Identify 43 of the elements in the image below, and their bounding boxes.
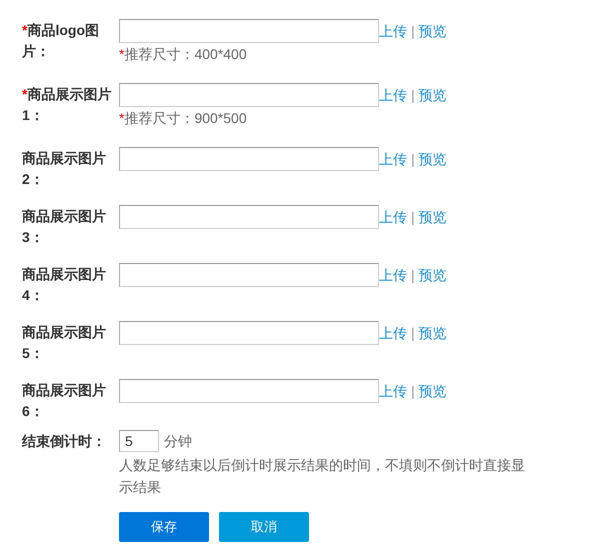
link-separator: | xyxy=(411,86,415,105)
file-path-field[interactable] xyxy=(119,19,379,43)
upload-link[interactable]: 上传 xyxy=(379,20,407,42)
link-separator: | xyxy=(411,266,415,285)
preview-link[interactable]: 预览 xyxy=(418,264,447,286)
unit-label: 分钟 xyxy=(164,432,192,450)
upload-link[interactable]: 上传 xyxy=(379,380,407,402)
upload-link[interactable]: 上传 xyxy=(379,84,407,106)
link-separator: | xyxy=(411,324,415,343)
file-path-field[interactable] xyxy=(119,263,379,287)
field-label: 商品展示图片4： xyxy=(22,265,107,305)
size-hint: *推荐尺寸：400*400 xyxy=(119,45,248,64)
field-label: *商品logo图片： xyxy=(22,21,100,61)
field-label: 结束倒计时： xyxy=(22,433,106,449)
file-path-field[interactable] xyxy=(119,379,379,403)
upload-link[interactable]: 上传 xyxy=(379,264,407,286)
save-button[interactable]: 保存 xyxy=(119,512,209,542)
file-path-field[interactable] xyxy=(119,83,379,107)
cancel-button[interactable]: 取消 xyxy=(219,512,309,542)
field-label: 商品展示图片3： xyxy=(22,207,107,247)
field-label: *商品展示图片1： xyxy=(22,85,112,125)
size-hint: *推荐尺寸：900*500 xyxy=(119,109,248,128)
link-separator: | xyxy=(411,208,415,227)
preview-link[interactable]: 预览 xyxy=(418,84,447,106)
preview-link[interactable]: 预览 xyxy=(418,206,447,228)
field-label: 商品展示图片6： xyxy=(22,381,107,421)
minutes-field[interactable]: 5 xyxy=(119,430,159,452)
file-path-field[interactable] xyxy=(119,147,379,171)
upload-link[interactable]: 上传 xyxy=(379,322,407,344)
preview-link[interactable]: 预览 xyxy=(418,148,447,170)
link-separator: | xyxy=(411,22,415,41)
file-path-field[interactable] xyxy=(119,321,379,345)
field-label: 商品展示图片5： xyxy=(22,323,107,363)
link-separator: | xyxy=(411,382,415,401)
preview-link[interactable]: 预览 xyxy=(418,322,447,344)
upload-link[interactable]: 上传 xyxy=(379,148,407,170)
upload-link[interactable]: 上传 xyxy=(379,206,407,228)
countdown-description: 人数足够结束以后倒计时展示结果的时间，不填则不倒计时直接显示结果 xyxy=(119,456,526,497)
preview-link[interactable]: 预览 xyxy=(418,20,447,42)
file-path-field[interactable] xyxy=(119,205,379,229)
field-label: 商品展示图片2： xyxy=(22,149,107,189)
link-separator: | xyxy=(411,150,415,169)
preview-link[interactable]: 预览 xyxy=(418,380,447,402)
